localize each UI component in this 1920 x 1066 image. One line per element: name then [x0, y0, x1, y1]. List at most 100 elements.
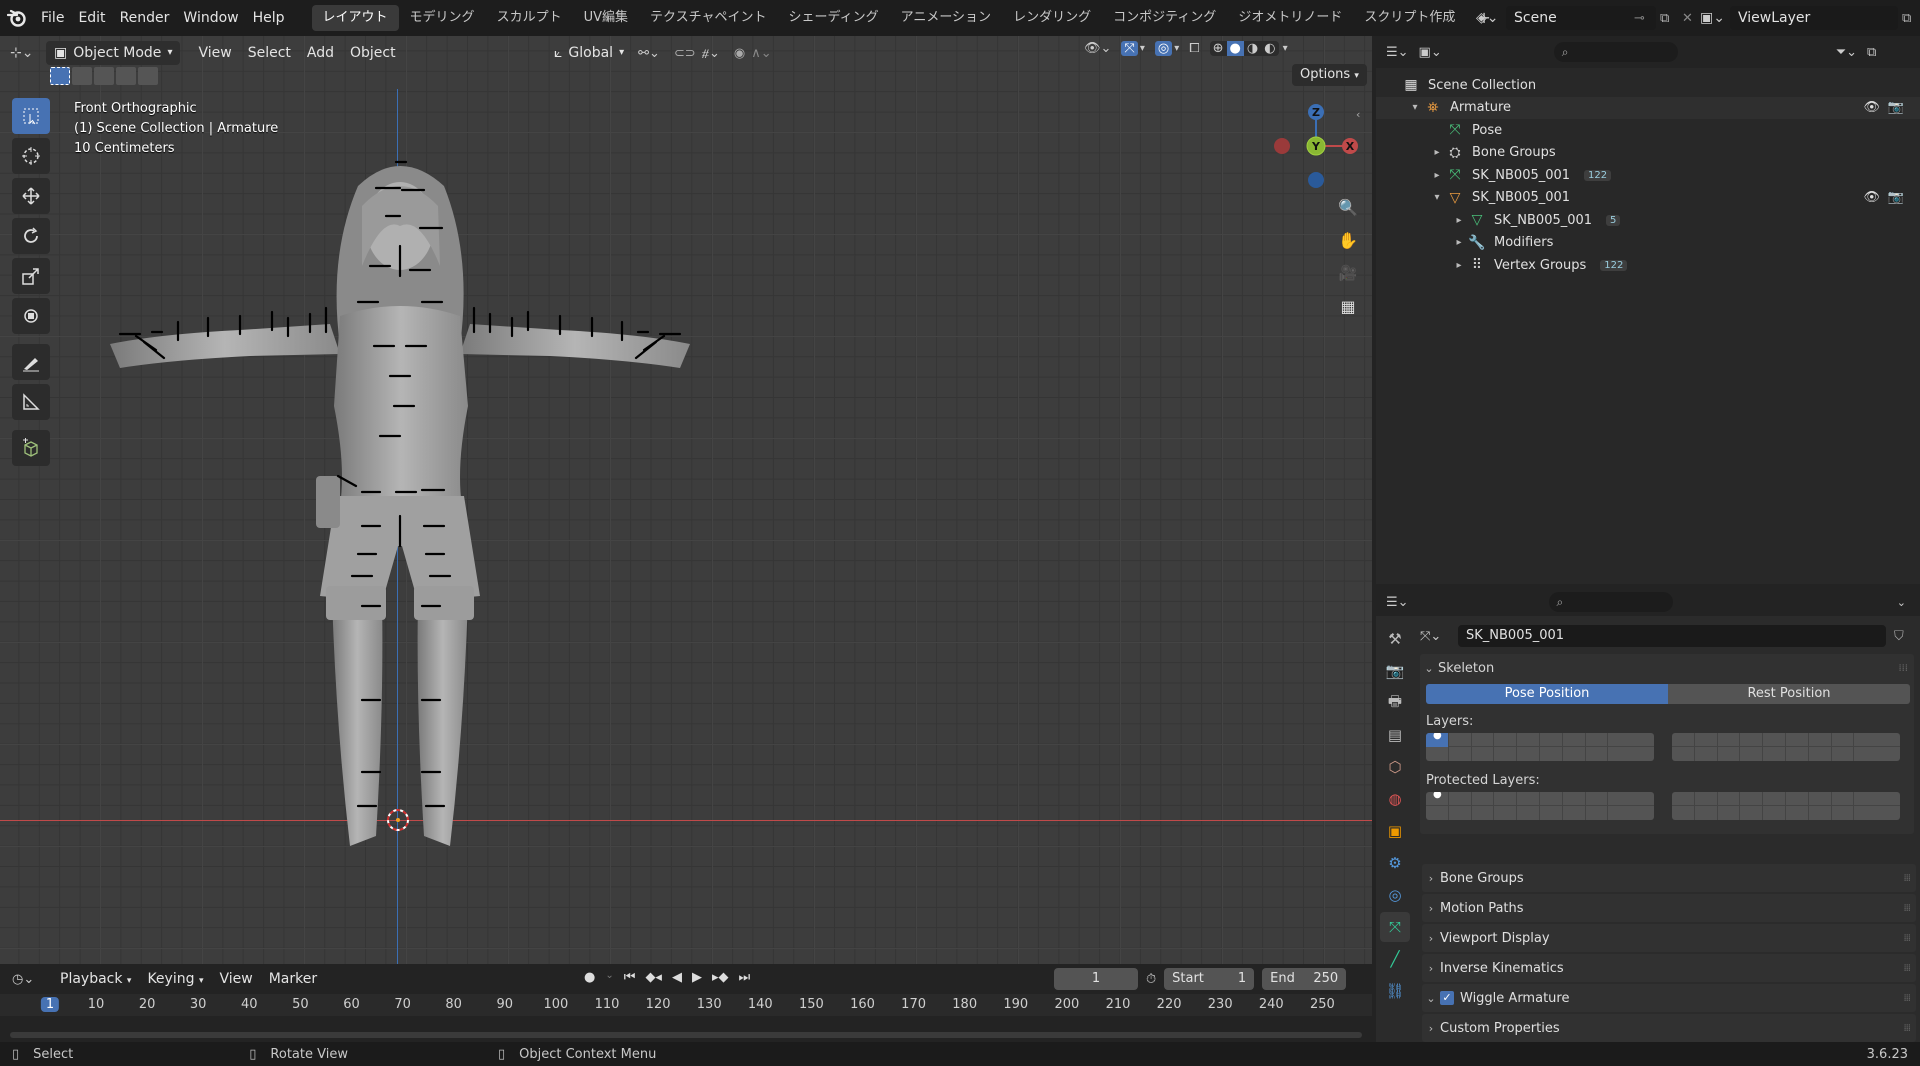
options-dropdown[interactable]: Options ▾: [1292, 64, 1367, 86]
chevron-down-icon[interactable]: ▾: [1174, 43, 1179, 54]
outliner-search-input[interactable]: ⌕: [1553, 42, 1678, 62]
tab-animation[interactable]: アニメーション: [890, 5, 1002, 31]
skeleton-panel-header[interactable]: ⌄ Skeleton ⁞⁞⁞: [1420, 654, 1914, 682]
menu-help[interactable]: Help: [246, 0, 292, 36]
material-shading-icon[interactable]: ◑: [1244, 41, 1261, 56]
tab-sculpting[interactable]: スカルプト: [486, 5, 573, 31]
tab-uv-editing[interactable]: UV編集: [573, 5, 639, 31]
select-invert-icon[interactable]: [116, 67, 136, 85]
visibility-eye-icon[interactable]: 👁: [1863, 190, 1880, 205]
custom-properties-panel[interactable]: › Custom Properties ⁞⁞⁞: [1422, 1014, 1916, 1042]
outliner-row[interactable]: ▾ ▽ SK_NB005_001 👁 📷: [1376, 187, 1920, 209]
cursor-icon[interactable]: [12, 138, 50, 174]
wiggle-checkbox[interactable]: ✓: [1440, 991, 1454, 1005]
character-mesh[interactable]: [100, 146, 700, 866]
timeline-scrollbar[interactable]: [10, 1032, 1362, 1038]
render-tab-icon[interactable]: 📷: [1380, 656, 1410, 686]
blender-logo-icon[interactable]: [0, 9, 34, 27]
menu-window[interactable]: Window: [176, 0, 245, 36]
snap-target-icon[interactable]: ⧣⌄: [702, 46, 720, 61]
menu-file[interactable]: File: [34, 0, 71, 36]
jump-start-icon[interactable]: ⏮: [624, 970, 636, 985]
armature-data-icon[interactable]: ⤧⌄: [1420, 629, 1450, 644]
tool-tab-icon[interactable]: ⚒: [1380, 624, 1410, 654]
new-view-layer-icon[interactable]: ⧉: [1902, 11, 1920, 26]
current-frame-field[interactable]: 1: [1054, 968, 1138, 990]
world-tab-icon[interactable]: ◍: [1380, 784, 1410, 814]
snap-icon[interactable]: ⊂⊃: [674, 46, 696, 61]
tab-layout[interactable]: レイアウト: [311, 5, 399, 31]
transform-orientation-dropdown[interactable]: ⟀ Global ▾: [546, 41, 632, 65]
proportional-edit-icon[interactable]: ◉: [734, 46, 745, 61]
viewport-display-panel[interactable]: › Viewport Display ⁞⁞⁞: [1422, 924, 1916, 952]
pivot-icon[interactable]: ⚯⌄: [638, 46, 660, 61]
chevron-right-icon[interactable]: ▸: [1452, 215, 1466, 226]
chevron-down-icon[interactable]: ▾: [1283, 43, 1288, 54]
3d-cursor-icon[interactable]: [384, 806, 412, 834]
layers-grid[interactable]: ●: [1426, 733, 1914, 761]
editor-type-icon[interactable]: ◷⌄: [12, 972, 52, 987]
outliner-row[interactable]: ⤧ Pose: [1376, 119, 1920, 141]
select-box-icon[interactable]: [12, 98, 50, 134]
visibility-icon[interactable]: 👁⌄: [1084, 41, 1111, 56]
view-layer-icon[interactable]: ▣⌄: [1700, 10, 1730, 26]
menu-edit[interactable]: Edit: [71, 0, 112, 36]
rest-position-button[interactable]: Rest Position: [1668, 684, 1910, 704]
render-camera-icon[interactable]: 📷: [1888, 100, 1904, 115]
jump-end-icon[interactable]: ⏭: [739, 970, 751, 985]
stopwatch-icon[interactable]: ⏱: [1146, 972, 1156, 987]
filter-icon[interactable]: ⏷⌄: [1836, 45, 1857, 60]
output-tab-icon[interactable]: 🖶: [1380, 688, 1410, 718]
outliner-row[interactable]: ▸ 🔧 Modifiers: [1376, 232, 1920, 254]
next-keyframe-icon[interactable]: ▸◆: [712, 970, 729, 985]
pan-hand-icon[interactable]: ✋: [1333, 225, 1363, 255]
annotate-icon[interactable]: [12, 344, 50, 380]
view-layer-tab-icon[interactable]: ▤: [1380, 720, 1410, 750]
rotate-icon[interactable]: [12, 218, 50, 254]
bone-constraint-tab-icon[interactable]: ⛓: [1380, 976, 1410, 1006]
drag-handle-icon[interactable]: ⁞⁞⁞: [1903, 1023, 1910, 1034]
falloff-icon[interactable]: ∧⌄: [751, 46, 771, 61]
editor-type-icon[interactable]: ☰⌄: [1386, 45, 1409, 60]
menu-object[interactable]: Object: [342, 41, 404, 65]
menu-playback[interactable]: Playback ▾: [52, 967, 139, 991]
scale-icon[interactable]: [12, 258, 50, 294]
drag-handle-icon[interactable]: ⁞⁞⁞: [1898, 663, 1908, 674]
select-intersect-icon[interactable]: [138, 67, 158, 85]
outliner-row[interactable]: ▸ ⠿ Vertex Groups 122: [1376, 254, 1920, 276]
protected-layers-grid[interactable]: ●: [1426, 792, 1914, 820]
frame-ruler[interactable]: 1 10 20 30 40 50 60 70 80 90 100 110 120 130 140 150 160…: [0, 994, 1372, 1016]
rendered-shading-icon[interactable]: ◐: [1261, 41, 1278, 56]
chevron-right-icon[interactable]: ▸: [1430, 170, 1444, 181]
outliner-row[interactable]: ▸ ⛭ Bone Groups: [1376, 142, 1920, 164]
drag-handle-icon[interactable]: ⁞⁞⁞: [1903, 963, 1910, 974]
chevron-right-icon[interactable]: ▸: [1430, 147, 1444, 158]
scene-icon[interactable]: ◈⌄: [1476, 10, 1506, 26]
outliner-row[interactable]: ▸ ⤧ SK_NB005_001 122: [1376, 164, 1920, 186]
view-layer-name-field[interactable]: ViewLayer: [1730, 6, 1898, 30]
wireframe-shading-icon[interactable]: ⊕: [1210, 41, 1227, 56]
armature-data-tab-icon[interactable]: ⤧: [1380, 912, 1410, 942]
solid-shading-icon[interactable]: ●: [1226, 41, 1244, 56]
object-tab-icon[interactable]: ▣: [1380, 816, 1410, 846]
outliner-row[interactable]: ▦ Scene Collection: [1376, 74, 1920, 96]
pose-position-button[interactable]: Pose Position: [1426, 684, 1668, 704]
gizmo-neg-z-axis[interactable]: [1308, 172, 1324, 188]
tab-scripting[interactable]: スクリプト作成: [1353, 5, 1466, 31]
select-extend-icon[interactable]: [72, 67, 92, 85]
play-icon[interactable]: ▶: [692, 970, 702, 985]
delete-scene-icon[interactable]: ✕: [1682, 11, 1700, 26]
select-new-icon[interactable]: [50, 67, 70, 85]
visibility-eye-icon[interactable]: 👁: [1863, 100, 1880, 115]
display-mode-icon[interactable]: ▣⌄: [1419, 45, 1442, 60]
pin-icon[interactable]: ⊸: [1634, 11, 1656, 26]
xray-icon[interactable]: ⧠: [1189, 41, 1199, 56]
tab-texture-paint[interactable]: テクスチャペイント: [639, 5, 777, 31]
transform-icon[interactable]: [12, 298, 50, 334]
menu-render[interactable]: Render: [113, 0, 177, 36]
chevron-right-icon[interactable]: ▸: [1452, 260, 1466, 271]
new-scene-icon[interactable]: ⧉: [1660, 11, 1682, 26]
outliner-row[interactable]: ▾ ⛯ Armature 👁 📷: [1376, 96, 1920, 119]
navigation-gizmo[interactable]: Z X Y: [1266, 96, 1366, 196]
chevron-right-icon[interactable]: ▸: [1452, 237, 1466, 248]
